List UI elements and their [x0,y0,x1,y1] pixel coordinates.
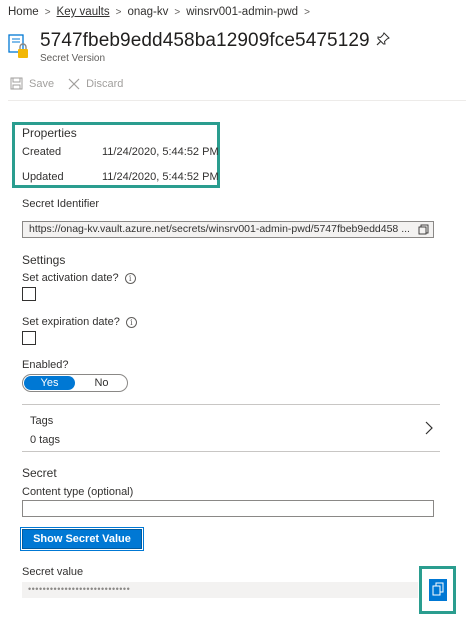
save-label: Save [29,77,55,90]
secret-value-label: Secret value [22,566,84,578]
breadcrumb-secret[interactable]: winsrv001-admin-pwd [186,6,298,18]
tags-count: 0 tags [30,434,60,446]
secret-identifier-label: Secret Identifier [22,198,100,210]
secret-value-field: •••••••••••••••••••••••••••• [22,582,418,598]
secret-identifier-value: https://onag-kv.vault.azure.net/secrets/… [29,223,410,235]
breadcrumb-separator: > [174,6,181,18]
info-icon[interactable]: i [125,316,137,328]
secret-icon [8,34,30,60]
discard-button[interactable]: Discard [68,78,123,90]
properties-title: Properties [22,126,77,140]
copy-icon[interactable] [418,224,429,235]
updated-label: Updated [22,171,64,183]
activation-date-checkbox[interactable] [22,287,36,301]
settings-title: Settings [22,253,66,267]
activation-date-text: Set activation date? [22,272,119,284]
save-icon [10,77,23,90]
content-type-label: Content type (optional) [22,486,134,498]
expiration-date-label: Set expiration date? i [22,316,137,328]
created-value: 11/24/2020, 5:44:52 PM [102,146,219,158]
activation-date-label: Set activation date? i [22,272,136,284]
breadcrumb-separator: > [115,6,122,18]
discard-label: Discard [86,77,124,90]
enabled-toggle[interactable]: Yes No [22,374,128,392]
copy-to-clipboard-button[interactable] [429,579,447,601]
breadcrumb-vault[interactable]: onag-kv [127,6,168,18]
secret-title: Secret [22,466,57,480]
close-icon [68,78,80,90]
tags-row[interactable]: Tags 0 tags [22,404,440,452]
info-icon[interactable]: i [124,272,136,284]
enabled-no-option[interactable]: No [76,375,127,391]
enabled-yes-option[interactable]: Yes [24,376,75,390]
updated-value: 11/24/2020, 5:44:52 PM [102,171,219,183]
content-type-input[interactable] [22,500,434,517]
show-secret-value-button[interactable]: Show Secret Value [20,527,144,551]
toolbar-divider [8,100,466,101]
breadcrumb: Home > Key vaults > onag-kv > winsrv001-… [8,6,310,18]
tags-title: Tags [30,415,54,427]
breadcrumb-home[interactable]: Home [8,6,39,18]
page-subtitle: Secret Version [40,53,106,64]
pin-icon[interactable] [376,32,392,48]
enabled-label: Enabled? [22,359,69,371]
page-title: 5747fbeb9edd458ba12909fce5475129 [40,30,370,51]
expiration-date-text: Set expiration date? [22,316,120,328]
command-bar: Save Discard [10,77,123,90]
secret-identifier-field[interactable]: https://onag-kv.vault.azure.net/secrets/… [22,221,434,238]
copy-icon [432,582,444,599]
save-button[interactable]: Save [10,77,54,90]
created-label: Created [22,146,62,158]
breadcrumb-separator: > [44,6,51,18]
page-header: 5747fbeb9edd458ba12909fce5475129 Secret … [8,28,468,64]
breadcrumb-separator: > [304,6,310,18]
breadcrumb-key-vaults[interactable]: Key vaults [57,6,110,18]
chevron-right-icon [424,421,434,435]
expiration-date-checkbox[interactable] [22,331,36,345]
